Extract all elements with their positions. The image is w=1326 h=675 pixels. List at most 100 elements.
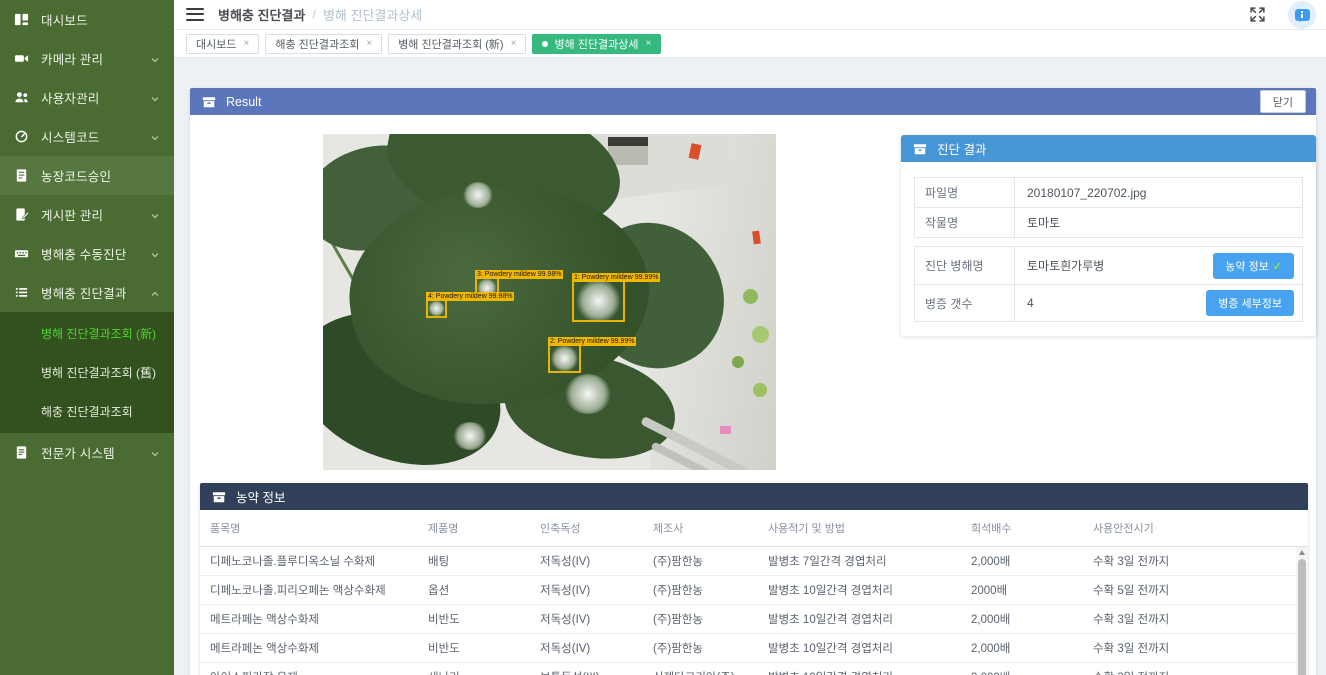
- breadcrumb-page: 병해 진단결과상세: [323, 5, 422, 24]
- sidebar-item-dashboard[interactable]: 대시보드: [0, 0, 174, 39]
- sidebar-subitem-pest-results[interactable]: 해충 진단결과조회: [0, 392, 174, 431]
- field-label: 병증 갯수: [915, 285, 1015, 321]
- button-label: 병증 세부정보: [1218, 298, 1282, 310]
- table-cell: 수확 3일 전까지: [1083, 661, 1308, 675]
- diagnosis-card-title: 진단 결과: [937, 139, 986, 158]
- photo-tag: [720, 426, 731, 434]
- tab-label: 해충 진단결과조회: [275, 36, 359, 52]
- sidebar-item-label: 병해충 수동진단: [41, 244, 150, 263]
- sidebar: 대시보드 카메라 관리 사용자관리 시스템코드 농장코드승인 게시판 관리 병해…: [0, 0, 174, 675]
- detection-label: 1: Powdery mildew 99.99%: [572, 273, 660, 282]
- tab-disease-result-detail[interactable]: 병해 진단결과상세 ×: [532, 34, 661, 54]
- sidebar-item-label: 병해충 진단결과: [41, 283, 150, 302]
- archive-box-icon: [202, 95, 216, 109]
- sidebar-item-label: 농장코드승인: [41, 166, 160, 185]
- tab-label: 병해 진단결과조회 (新): [398, 36, 503, 52]
- pesticide-info-button[interactable]: 농약 정보✓: [1213, 253, 1294, 279]
- sidebar-item-label: 시스템코드: [41, 127, 150, 146]
- manual-diagnosis-icon: [14, 246, 29, 261]
- sidebar-item-label: 게시판 관리: [41, 205, 150, 224]
- table-cell: 옵션: [418, 574, 530, 606]
- sidebar-item-farm-code-approval[interactable]: 농장코드승인: [0, 156, 174, 195]
- fullscreen-icon[interactable]: [1249, 6, 1266, 23]
- table-cell: 발병초 10일간격 경엽처리: [758, 603, 961, 635]
- result-panel: Result 닫기: [190, 88, 1316, 675]
- tab-close-icon[interactable]: ×: [366, 39, 372, 49]
- scrollbar-thumb[interactable]: [1298, 559, 1306, 675]
- info-message-icon[interactable]: [1288, 1, 1316, 29]
- sidebar-item-users[interactable]: 사용자관리: [0, 78, 174, 117]
- tab-pest-results[interactable]: 해충 진단결과조회 ×: [265, 34, 382, 54]
- list-icon: [14, 285, 29, 300]
- tab-close-icon[interactable]: ×: [645, 39, 651, 49]
- diagnosis-photo: 1: Powdery mildew 99.99% 2: Powdery mild…: [323, 134, 776, 470]
- sidebar-item-diagnosis-results[interactable]: 병해충 진단결과: [0, 273, 174, 312]
- table-scrollbar[interactable]: [1296, 547, 1308, 675]
- top-header: 병해충 진단결과 / 병해 진단결과상세: [174, 0, 1326, 30]
- tab-disease-results-new[interactable]: 병해 진단결과조회 (新) ×: [388, 34, 526, 54]
- sidebar-item-board-management[interactable]: 게시판 관리: [0, 195, 174, 234]
- table-row: 디페노코나졸.피리오페논 액상수화제 옵션 저독성(IV) (주)팜한농 발병초…: [200, 576, 1308, 605]
- hamburger-menu-icon[interactable]: [186, 8, 204, 22]
- table-cell: 2,000배: [961, 603, 1083, 635]
- table-cell: 디페노코나졸.피리오페논 액상수화제: [200, 574, 418, 606]
- field-value: 20180107_220702.jpg: [1015, 178, 1302, 207]
- photo-tomato: [753, 383, 767, 397]
- table-cell: 배팅: [418, 545, 530, 577]
- breadcrumb-section[interactable]: 병해충 진단결과: [218, 5, 305, 24]
- table-cell: 보통독성(III): [530, 661, 643, 675]
- table-cell: 비반도: [418, 632, 530, 664]
- detection-label: 2: Powdery mildew 99.99%: [548, 337, 636, 346]
- sidebar-subitem-label: 해충 진단결과조회: [41, 403, 133, 420]
- table-cell: 저독성(IV): [530, 632, 643, 664]
- column-header: 사용적기 및 방법: [758, 510, 961, 546]
- sidebar-item-system-code[interactable]: 시스템코드: [0, 117, 174, 156]
- diagnosis-info-group: 파일명 20180107_220702.jpg 작물명 토마토: [914, 177, 1303, 238]
- table-cell: 2,000배: [961, 661, 1083, 675]
- tab-close-icon[interactable]: ×: [243, 39, 249, 49]
- pesticide-panel-header: 농약 정보: [200, 483, 1308, 510]
- table-cell: (주)팜한농: [643, 603, 758, 635]
- table-cell: 저독성(IV): [530, 545, 643, 577]
- chevron-down-icon: [150, 132, 160, 142]
- symptom-detail-button[interactable]: 병증 세부정보: [1206, 290, 1294, 316]
- table-cell: 아이소피라잠 유제: [200, 661, 418, 675]
- sidebar-item-manual-diagnosis[interactable]: 병해충 수동진단: [0, 234, 174, 273]
- mildew-spot: [463, 182, 493, 208]
- chevron-down-icon: [150, 448, 160, 458]
- sidebar-item-camera[interactable]: 카메라 관리: [0, 39, 174, 78]
- table-cell: 수확 3일 전까지: [1083, 545, 1308, 577]
- column-header: 품목명: [200, 510, 418, 546]
- detection-box-4: 4: Powdery mildew 99.98%: [426, 299, 447, 318]
- diagnosis-result-card: 진단 결과 파일명 20180107_220702.jpg 작물명 토마토 진단…: [901, 135, 1316, 336]
- table-cell: 2,000배: [961, 632, 1083, 664]
- sidebar-item-expert-system[interactable]: 전문가 시스템: [0, 433, 174, 472]
- scrollbar-up-arrow[interactable]: [1296, 547, 1308, 558]
- chevron-up-icon: [150, 288, 160, 298]
- close-button[interactable]: 닫기: [1260, 90, 1306, 113]
- sidebar-subitem-disease-results-new[interactable]: 병해 진단결과조회 (新): [0, 314, 174, 353]
- table-cell: 신젠타코리아(주): [643, 661, 758, 675]
- tab-bar: 대시보드 × 해충 진단결과조회 × 병해 진단결과조회 (新) × 병해 진단…: [174, 30, 1326, 58]
- result-panel-header: Result 닫기: [190, 88, 1316, 115]
- table-cell: 새나리: [418, 661, 530, 675]
- column-header: 제조사: [643, 510, 758, 546]
- detection-box-2: 2: Powdery mildew 99.99%: [548, 344, 581, 373]
- sidebar-subitem-disease-results-old[interactable]: 병해 진단결과조회 (舊): [0, 353, 174, 392]
- table-cell: 수확 3일 전까지: [1083, 603, 1308, 635]
- table-cell: 발병초 7일간격 경엽처리: [758, 545, 961, 577]
- chevron-down-icon: [150, 54, 160, 64]
- mildew-spot: [453, 422, 487, 450]
- diagnosis-card-header: 진단 결과: [901, 135, 1316, 162]
- tab-dashboard[interactable]: 대시보드 ×: [186, 34, 259, 54]
- column-header: 인축독성: [530, 510, 643, 546]
- button-label: 농약 정보: [1225, 261, 1269, 273]
- system-code-icon: [14, 129, 29, 144]
- diagnosis-row-symptom-count: 병증 갯수 4 병증 세부정보: [915, 284, 1302, 321]
- field-value: 4: [1015, 285, 1206, 321]
- table-cell: (주)팜한농: [643, 574, 758, 606]
- table-header-row: 품목명 제품명 인축독성 제조사 사용적기 및 방법 희석배수 사용안전시기: [200, 510, 1308, 547]
- field-label: 진단 병해명: [915, 247, 1015, 284]
- tab-close-icon[interactable]: ×: [511, 39, 517, 49]
- sidebar-subitem-label: 병해 진단결과조회 (舊): [41, 364, 156, 381]
